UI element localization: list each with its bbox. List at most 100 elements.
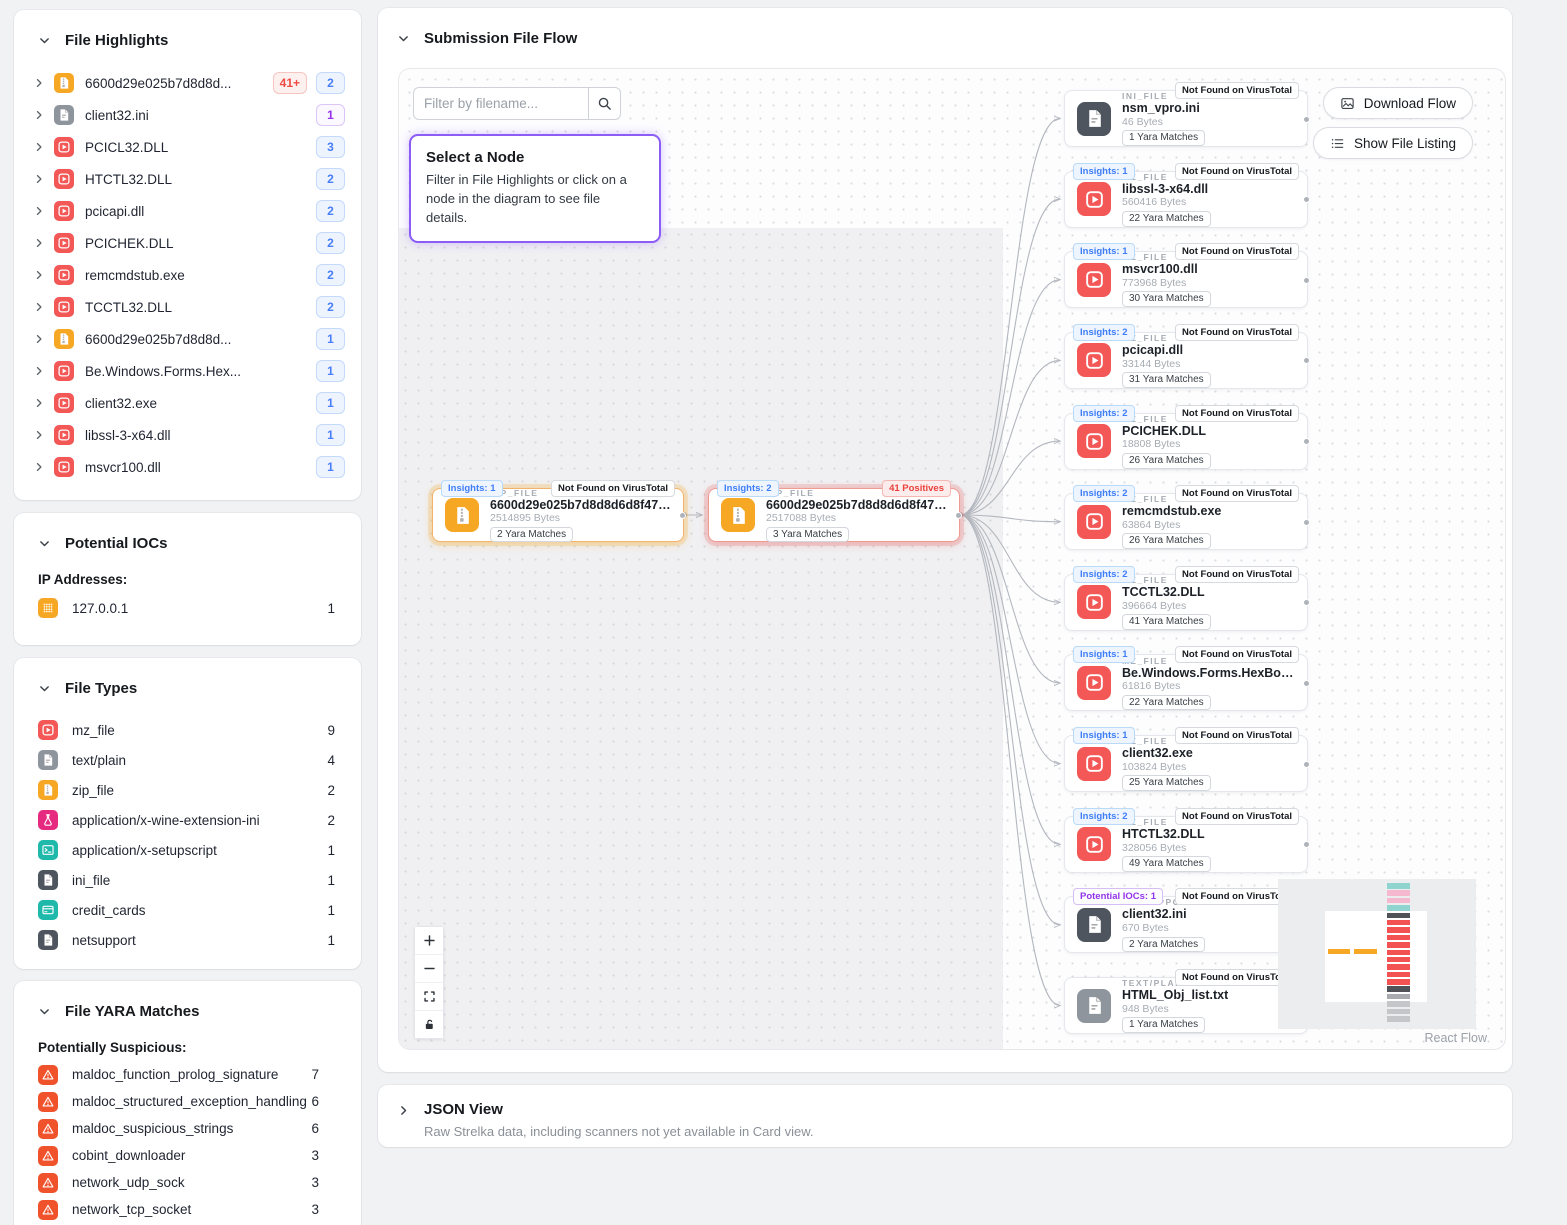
- flow-canvas[interactable]: Select a Node Filter in File Highlights …: [398, 68, 1506, 1050]
- file-type-icon: [54, 169, 74, 189]
- select-node-card: Select a Node Filter in File Highlights …: [409, 134, 661, 243]
- flow-node-card[interactable]: Insights: 2 Not Found on VirusTotal MZ_F…: [1064, 332, 1308, 389]
- file-type-row[interactable]: ini_file 1: [14, 865, 361, 895]
- zoom-out-button[interactable]: [415, 955, 443, 983]
- show-file-listing-button[interactable]: Show File Listing: [1313, 127, 1473, 159]
- file-type-icon: [54, 233, 74, 253]
- warning-icon: [38, 1092, 58, 1112]
- insights-badge: Insights: 2: [717, 480, 779, 497]
- file-highlight-row[interactable]: Be.Windows.Forms.Hex... 1: [14, 355, 361, 387]
- chevron-down-icon: [397, 32, 410, 45]
- lock-button[interactable]: [415, 1011, 443, 1038]
- file-type-icon: [38, 930, 58, 950]
- potential-iocs-header[interactable]: Potential IOCs: [14, 513, 361, 562]
- node-yara-badge: 41 Yara Matches: [1122, 614, 1211, 630]
- yara-matches-header[interactable]: File YARA Matches: [14, 981, 361, 1030]
- yara-match-row[interactable]: maldoc_structured_exception_handling 6: [14, 1088, 361, 1115]
- file-type-row[interactable]: zip_file 2: [14, 775, 361, 805]
- file-type-row[interactable]: netsupport 1: [14, 925, 361, 955]
- fit-view-button[interactable]: [415, 983, 443, 1011]
- flow-node-card[interactable]: Insights: 2 Not Found on VirusTotal MZ_F…: [1064, 413, 1308, 470]
- yara-match-row[interactable]: network_tcp_socket 3: [14, 1196, 361, 1223]
- file-type-row[interactable]: application/x-setupscript 1: [14, 835, 361, 865]
- file-highlight-row[interactable]: msvcr100.dll 1: [14, 451, 361, 483]
- file-highlight-row[interactable]: pcicapi.dll 2: [14, 195, 361, 227]
- plus-icon: [423, 934, 436, 947]
- file-type-count: 1: [327, 933, 335, 948]
- minimap-node: [1387, 898, 1410, 904]
- yara-group-label: Potentially Suspicious:: [14, 1030, 361, 1059]
- file-type-count: 9: [327, 723, 335, 738]
- filter-input[interactable]: [413, 87, 588, 120]
- virustotal-badge: Not Found on VirusTotal: [1175, 485, 1299, 502]
- flow-node-card[interactable]: Not Found on VirusTotal INI_FILE nsm_vpr…: [1064, 90, 1308, 147]
- node-file-name: client32.exe: [1122, 746, 1211, 761]
- insights-badge: Insights: 2: [1073, 324, 1135, 341]
- file-name-label: remcmdstub.exe: [85, 268, 185, 283]
- file-highlight-row[interactable]: HTCTL32.DLL 2: [14, 163, 361, 195]
- file-types-header[interactable]: File Types: [14, 658, 361, 707]
- node-file-name: client32.ini: [1122, 907, 1205, 922]
- file-type-label: application/x-wine-extension-ini: [72, 813, 260, 828]
- submission-flow-header[interactable]: Submission File Flow: [378, 8, 1512, 57]
- file-type-icon: [54, 105, 74, 125]
- flow-node-card[interactable]: Insights: 1 Not Found on VirusTotal ZIP_…: [432, 488, 684, 542]
- file-type-row[interactable]: mz_file 9: [14, 715, 361, 745]
- file-highlight-row[interactable]: 6600d29e025b7d8d8d... 1: [14, 323, 361, 355]
- file-highlight-row[interactable]: client32.ini 1: [14, 99, 361, 131]
- chevron-right-icon: [33, 397, 45, 409]
- insights-count-badge: 1: [316, 424, 345, 446]
- file-highlight-row[interactable]: TCCTL32.DLL 2: [14, 291, 361, 323]
- flow-node-card[interactable]: Potential IOCs: 1 Not Found on VirusTota…: [1064, 896, 1308, 953]
- json-view-header[interactable]: JSON View: [378, 1085, 1512, 1124]
- minimap-root-node: [1328, 949, 1350, 954]
- yara-match-row[interactable]: cobint_downloader 3: [14, 1142, 361, 1169]
- file-highlights-header[interactable]: File Highlights: [14, 10, 361, 59]
- ioc-row[interactable]: 127.0.0.1 1: [14, 593, 361, 623]
- file-highlight-row[interactable]: 6600d29e025b7d8d8d... 41+ 2: [14, 67, 361, 99]
- flow-node-card[interactable]: Not Found on VirusTotal TEXT/PLAIN HTML_…: [1064, 977, 1308, 1034]
- file-highlight-row[interactable]: libssl-3-x64.dll 1: [14, 419, 361, 451]
- file-name-label: msvcr100.dll: [85, 460, 161, 475]
- file-type-count: 1: [327, 903, 335, 918]
- download-flow-button[interactable]: Download Flow: [1323, 87, 1473, 119]
- node-yara-badge: 2 Yara Matches: [1122, 937, 1205, 953]
- file-type-row[interactable]: credit_cards 1: [14, 895, 361, 925]
- yara-match-row[interactable]: network_udp_sock 3: [14, 1169, 361, 1196]
- minimap-root-node: [1354, 949, 1377, 954]
- flow-node-card[interactable]: Insights: 1 Not Found on VirusTotal MZ_F…: [1064, 251, 1308, 308]
- file-type-icon: [38, 900, 58, 920]
- flow-node-card[interactable]: Insights: 1 Not Found on VirusTotal MZ_F…: [1064, 171, 1308, 228]
- file-type-row[interactable]: text/plain 4: [14, 745, 361, 775]
- file-highlight-row[interactable]: client32.exe 1: [14, 387, 361, 419]
- file-highlight-row[interactable]: remcmdstub.exe 2: [14, 259, 361, 291]
- minimap-node: [1387, 942, 1410, 948]
- flow-node-card[interactable]: Insights: 1 Not Found on VirusTotal MZ_F…: [1064, 735, 1308, 792]
- node-file-size: 33144 Bytes: [1122, 358, 1211, 370]
- search-button[interactable]: [588, 87, 621, 120]
- minimap-node: [1387, 935, 1410, 941]
- node-yara-badge: 1 Yara Matches: [1122, 130, 1205, 146]
- zoom-in-button[interactable]: [415, 927, 443, 955]
- file-name-label: PCICHEK.DLL: [85, 236, 174, 251]
- ioc-list: 127.0.0.1 1: [14, 591, 361, 625]
- flow-node-card[interactable]: Insights: 2 Not Found on VirusTotal MZ_F…: [1064, 816, 1308, 873]
- file-highlight-row[interactable]: PCICL32.DLL 3: [14, 131, 361, 163]
- flow-node-card[interactable]: Insights: 2 Not Found on VirusTotal MZ_F…: [1064, 574, 1308, 631]
- flow-node-card[interactable]: Insights: 2 Not Found on VirusTotal MZ_F…: [1064, 493, 1308, 550]
- node-body: MZ_FILE HTCTL32.DLL 328056 Bytes 49 Yara…: [1122, 817, 1211, 872]
- node-yara-badge: 49 Yara Matches: [1122, 856, 1211, 872]
- yara-rule-label: maldoc_function_prolog_signature: [72, 1067, 278, 1082]
- yara-match-count: 6: [311, 1121, 319, 1136]
- file-type-row[interactable]: application/x-wine-extension-ini 2: [14, 805, 361, 835]
- flow-node-card[interactable]: Insights: 2 41 Positives ZIP_FILE 6600d2…: [708, 488, 960, 542]
- file-type-icon: [1077, 585, 1111, 619]
- file-highlight-row[interactable]: PCICHEK.DLL 2: [14, 227, 361, 259]
- minimap-node: [1387, 972, 1410, 978]
- yara-match-row[interactable]: maldoc_function_prolog_signature 7: [14, 1061, 361, 1088]
- file-name-label: HTCTL32.DLL: [85, 172, 172, 187]
- flow-node-card[interactable]: Insights: 1 Not Found on VirusTotal MZ_F…: [1064, 654, 1308, 711]
- node-body: MZ_FILE msvcr100.dll 773968 Bytes 30 Yar…: [1122, 252, 1211, 307]
- yara-match-row[interactable]: maldoc_suspicious_strings 6: [14, 1115, 361, 1142]
- flow-minimap[interactable]: [1278, 879, 1476, 1029]
